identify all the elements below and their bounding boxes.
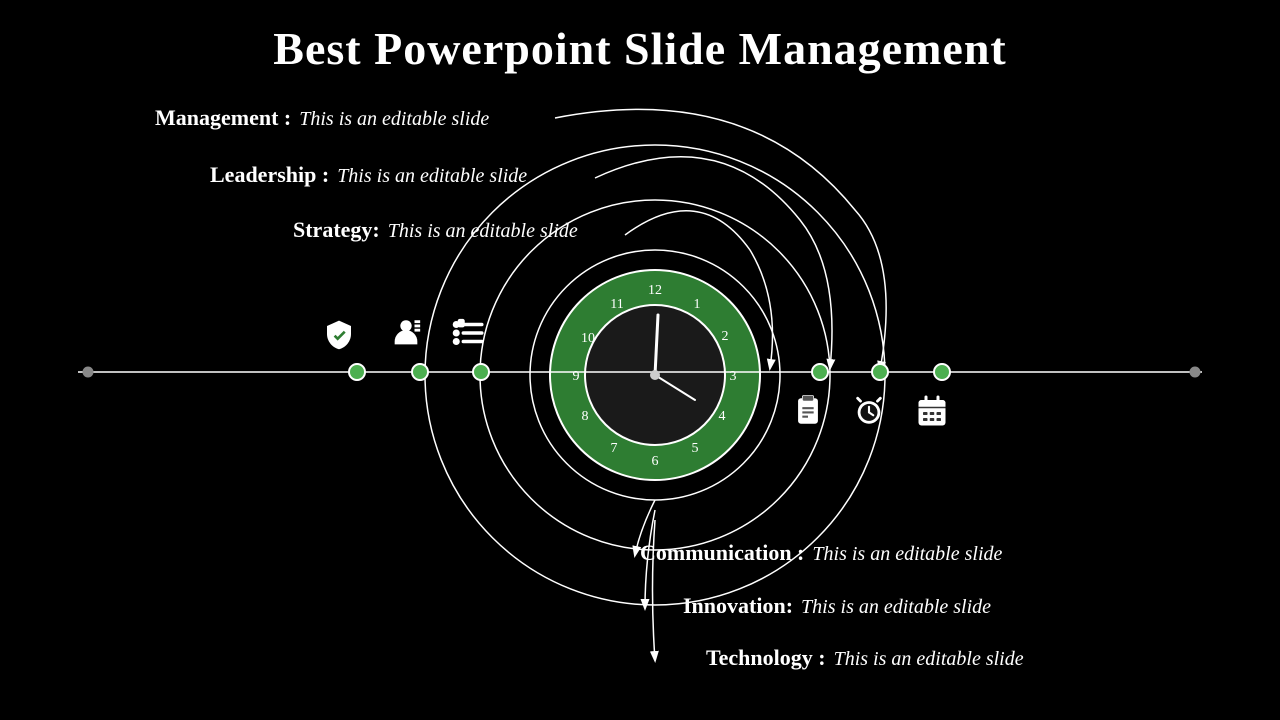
- svg-text:10: 10: [581, 331, 595, 346]
- strategy-value: This is an editable slide: [388, 220, 578, 243]
- management-key: Management :: [155, 105, 291, 131]
- icons-left-area: [0, 0, 1280, 720]
- alarm-clock-icon: [852, 394, 886, 436]
- labels-right: Communication : This is an editable slid…: [0, 0, 1280, 720]
- svg-text:5: 5: [692, 441, 699, 456]
- strategy-label: Strategy: This is an editable slide: [293, 217, 578, 243]
- list-icon: [452, 316, 486, 358]
- shield-icon: [323, 318, 355, 358]
- communication-key: Communication :: [640, 540, 804, 566]
- communication-value: This is an editable slide: [812, 543, 1002, 566]
- technology-label: Technology : This is an editable slide: [706, 645, 1024, 671]
- person-icon: [389, 316, 423, 358]
- svg-text:9: 9: [573, 369, 580, 384]
- innovation-label: Innovation: This is an editable slide: [683, 593, 991, 619]
- innovation-value: This is an editable slide: [801, 596, 991, 619]
- svg-text:2: 2: [722, 329, 729, 344]
- svg-text:6: 6: [652, 454, 659, 469]
- strategy-key: Strategy:: [293, 217, 380, 243]
- innovation-key: Innovation:: [683, 593, 793, 619]
- labels-left: Management : This is an editable slide L…: [0, 0, 640, 720]
- clipboard-icon: [791, 394, 825, 436]
- svg-text:11: 11: [610, 297, 623, 312]
- leadership-label: Leadership : This is an editable slide: [210, 162, 527, 188]
- slide-title: Best Powerpoint Slide Management: [0, 0, 1280, 75]
- svg-text:7: 7: [611, 441, 618, 456]
- leadership-value: This is an editable slide: [337, 165, 527, 188]
- calendar-icon: [914, 394, 950, 438]
- svg-text:1: 1: [694, 297, 701, 312]
- technology-value: This is an editable slide: [834, 648, 1024, 671]
- management-label: Management : This is an editable slide: [155, 105, 489, 131]
- diagram-svg: 12 1 2 3 4 5 6 7 8 9 10 11: [0, 0, 1280, 720]
- slide-container: Best Powerpoint Slide Management: [0, 0, 1280, 720]
- svg-text:3: 3: [730, 369, 737, 384]
- management-value: This is an editable slide: [299, 108, 489, 131]
- leadership-key: Leadership :: [210, 162, 329, 188]
- svg-text:8: 8: [582, 409, 589, 424]
- technology-key: Technology :: [706, 645, 826, 671]
- svg-text:4: 4: [719, 409, 726, 424]
- svg-text:12: 12: [648, 283, 662, 298]
- communication-label: Communication : This is an editable slid…: [640, 540, 1002, 566]
